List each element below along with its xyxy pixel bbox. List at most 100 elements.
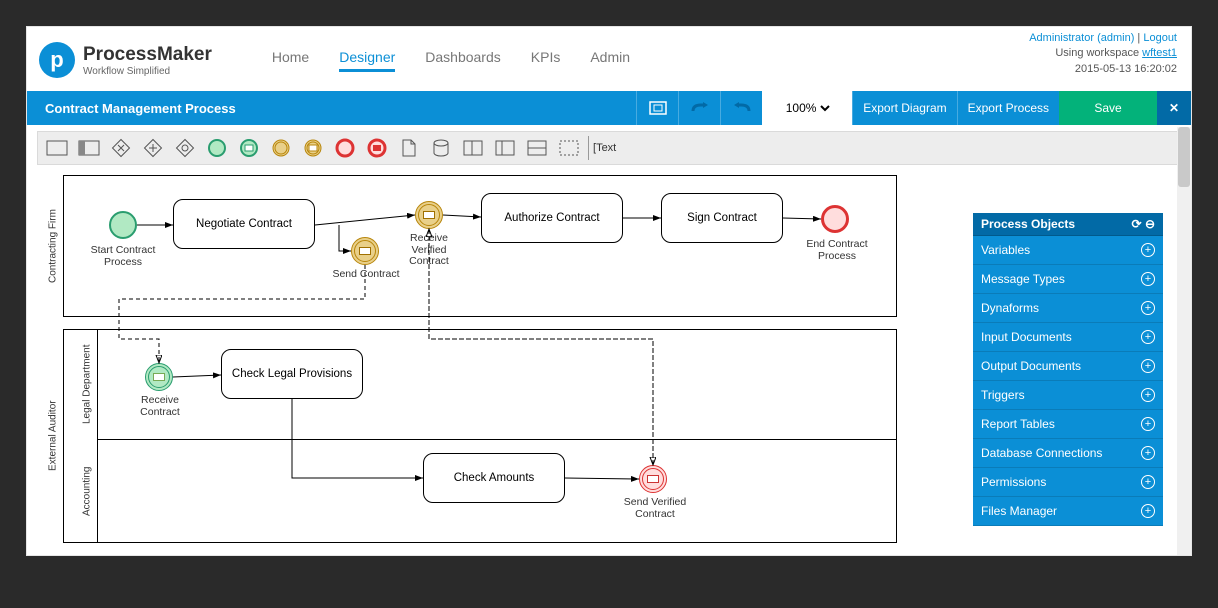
- event-receive-verified-contract-label: Receive Verified Contract: [399, 233, 459, 268]
- logo: p ProcessMaker Workflow Simplified: [39, 42, 212, 78]
- end-event-tool[interactable]: [332, 136, 358, 160]
- end-event-label: End Contract Process: [799, 239, 875, 262]
- task-authorize-contract[interactable]: Authorize Contract: [481, 193, 623, 243]
- end-message-event-tool[interactable]: [364, 136, 390, 160]
- side-item-message-types[interactable]: Message Types+: [973, 265, 1163, 294]
- gateway-parallel-tool[interactable]: [140, 136, 166, 160]
- task-check-amounts[interactable]: Check Amounts: [423, 453, 565, 503]
- start-message-event-tool[interactable]: [236, 136, 262, 160]
- envelope-icon: [359, 247, 371, 255]
- top-bar: p ProcessMaker Workflow Simplified Home …: [27, 27, 1191, 91]
- plus-icon: +: [1141, 243, 1155, 257]
- nav-dashboards[interactable]: Dashboards: [425, 49, 501, 72]
- intermediate-event-tool[interactable]: [268, 136, 294, 160]
- plus-icon: +: [1141, 301, 1155, 315]
- brand-name: ProcessMaker: [83, 44, 212, 66]
- header-meta: Administrator (admin) | Logout Using wor…: [1029, 31, 1177, 77]
- plus-icon: +: [1141, 388, 1155, 402]
- event-send-verified-contract[interactable]: [639, 465, 667, 493]
- process-title: Contract Management Process: [45, 101, 236, 116]
- envelope-icon: [647, 475, 659, 483]
- side-item-permissions[interactable]: Permissions+: [973, 468, 1163, 497]
- close-icon: ✕: [1169, 101, 1179, 115]
- lane-label-legal-department: Legal Department: [79, 329, 95, 439]
- selection-tool[interactable]: [556, 136, 582, 160]
- export-process-button[interactable]: Export Process: [957, 91, 1059, 125]
- side-item-input-documents[interactable]: Input Documents+: [973, 323, 1163, 352]
- vertical-scrollbar[interactable]: [1177, 127, 1191, 555]
- redo-button[interactable]: [678, 91, 720, 125]
- start-event-label: Start Contract Process: [87, 245, 159, 268]
- split-v-tool[interactable]: [524, 136, 550, 160]
- action-bar: Contract Management Process 100% Export …: [27, 91, 1191, 125]
- event-send-contract-label: Send Contract: [327, 269, 405, 281]
- plus-icon: +: [1141, 330, 1155, 344]
- text-tool[interactable]: [Text: [588, 136, 620, 160]
- zoom-select[interactable]: 100%: [762, 91, 852, 125]
- event-receive-verified-contract[interactable]: [415, 201, 443, 229]
- group-tool[interactable]: [460, 136, 486, 160]
- undo-button[interactable]: [720, 91, 762, 125]
- side-item-database-connections[interactable]: Database Connections+: [973, 439, 1163, 468]
- user-link[interactable]: Administrator (admin): [1029, 32, 1134, 44]
- side-item-files-manager[interactable]: Files Manager+: [973, 497, 1163, 526]
- brand-mark-icon: p: [39, 42, 75, 78]
- document-tool[interactable]: [396, 136, 422, 160]
- plus-icon: +: [1141, 504, 1155, 518]
- event-send-contract[interactable]: [351, 237, 379, 265]
- plus-icon: +: [1141, 359, 1155, 373]
- save-button[interactable]: Save: [1059, 91, 1157, 125]
- process-objects-panel: Process Objects ⟳ ⊖ Variables+ Message T…: [973, 213, 1163, 526]
- event-send-verified-contract-label: Send Verified Contract: [617, 497, 693, 520]
- nav-admin[interactable]: Admin: [590, 49, 630, 72]
- workspace-name[interactable]: wftest1: [1142, 47, 1177, 59]
- logout-link[interactable]: Logout: [1143, 32, 1177, 44]
- start-event[interactable]: [109, 211, 137, 239]
- undo-icon: [732, 101, 752, 115]
- zoom-dropdown[interactable]: 100%: [782, 100, 833, 116]
- lane-tool[interactable]: [76, 136, 102, 160]
- refresh-icon[interactable]: ⟳: [1132, 217, 1142, 231]
- lane-label-accounting: Accounting: [79, 439, 95, 543]
- brand-text: ProcessMaker Workflow Simplified: [83, 44, 212, 77]
- redo-icon: [690, 101, 710, 115]
- intermediate-message-event-tool[interactable]: [300, 136, 326, 160]
- nav-home[interactable]: Home: [272, 49, 309, 72]
- process-objects-header: Process Objects ⟳ ⊖: [973, 213, 1163, 236]
- plus-icon: +: [1141, 272, 1155, 286]
- side-item-triggers[interactable]: Triggers+: [973, 381, 1163, 410]
- lane-label-contracting-firm: Contracting Firm: [45, 175, 61, 317]
- side-item-report-tables[interactable]: Report Tables+: [973, 410, 1163, 439]
- start-event-tool[interactable]: [204, 136, 230, 160]
- pool-external-auditor[interactable]: [63, 329, 897, 543]
- pool-tool[interactable]: [44, 136, 70, 160]
- fullscreen-button[interactable]: [636, 91, 678, 125]
- header-timestamp: 2015-05-13 16:20:02: [1029, 62, 1177, 77]
- envelope-icon: [153, 373, 165, 381]
- split-h-tool[interactable]: [492, 136, 518, 160]
- side-item-variables[interactable]: Variables+: [973, 236, 1163, 265]
- close-button[interactable]: ✕: [1157, 91, 1191, 125]
- scrollbar-thumb[interactable]: [1178, 127, 1190, 187]
- lane-label-external-auditor: External Auditor: [45, 329, 61, 543]
- event-receive-contract-label: Receive Contract: [127, 395, 193, 418]
- side-item-dynaforms[interactable]: Dynaforms+: [973, 294, 1163, 323]
- gateway-inclusive-tool[interactable]: [172, 136, 198, 160]
- task-sign-contract[interactable]: Sign Contract: [661, 193, 783, 243]
- task-negotiate-contract[interactable]: Negotiate Contract: [173, 199, 315, 249]
- fullscreen-icon: [649, 101, 667, 115]
- end-event[interactable]: [821, 205, 849, 233]
- nav-kpis[interactable]: KPIs: [531, 49, 561, 72]
- main-nav: Home Designer Dashboards KPIs Admin: [272, 49, 630, 72]
- gateway-exclusive-tool[interactable]: [108, 136, 134, 160]
- collapse-icon[interactable]: ⊖: [1145, 217, 1155, 231]
- envelope-icon: [423, 211, 435, 219]
- side-item-output-documents[interactable]: Output Documents+: [973, 352, 1163, 381]
- datastore-tool[interactable]: [428, 136, 454, 160]
- task-check-legal-provisions[interactable]: Check Legal Provisions: [221, 349, 363, 399]
- plus-icon: +: [1141, 417, 1155, 431]
- event-receive-contract[interactable]: [145, 363, 173, 391]
- app-window: p ProcessMaker Workflow Simplified Home …: [26, 26, 1192, 556]
- nav-designer[interactable]: Designer: [339, 49, 395, 72]
- export-diagram-button[interactable]: Export Diagram: [852, 91, 956, 125]
